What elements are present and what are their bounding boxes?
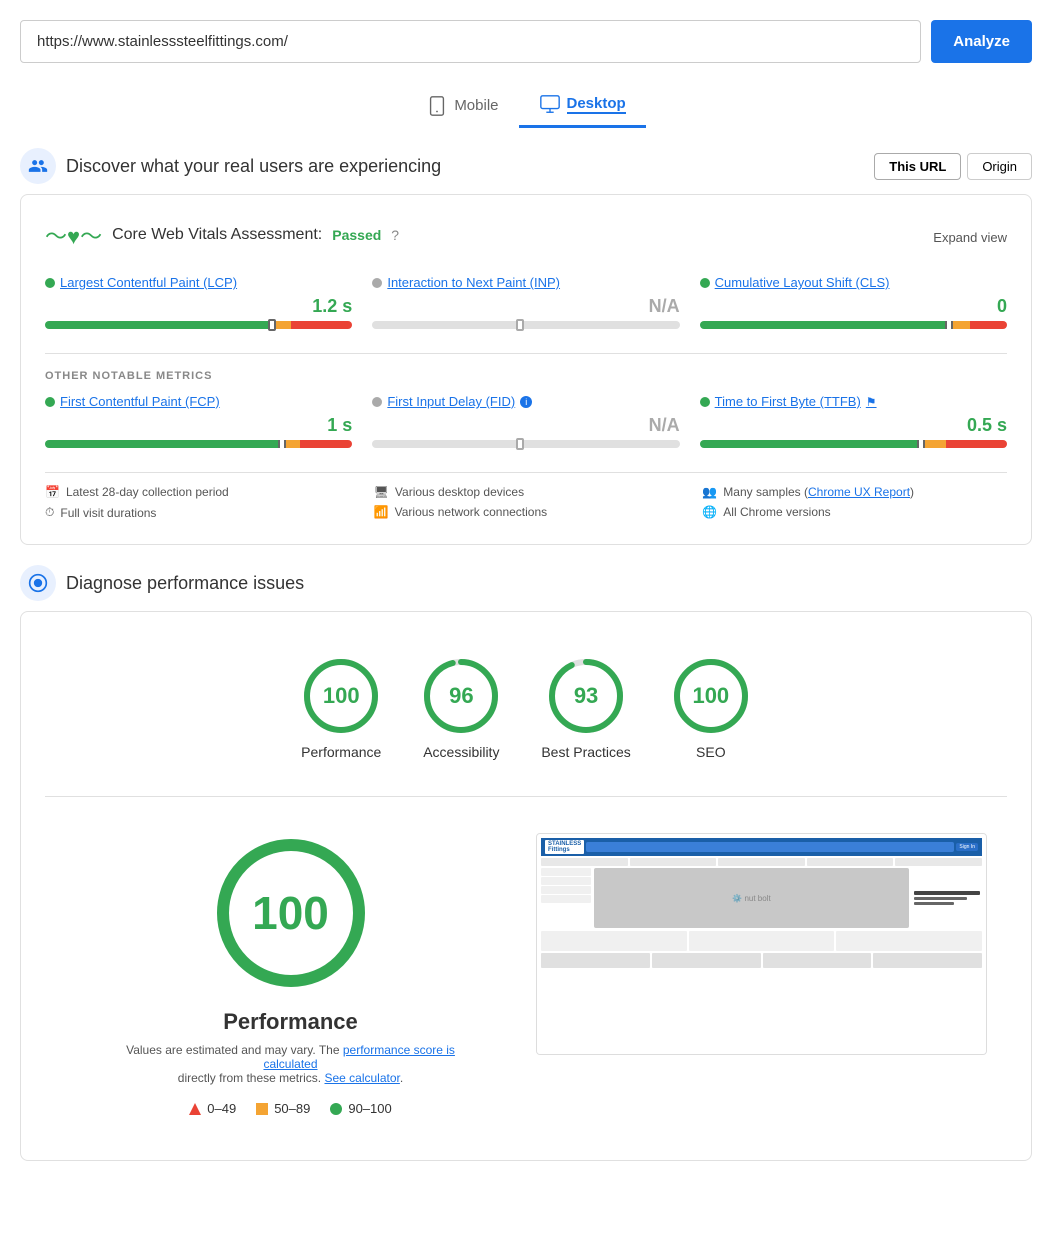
see-calculator-link[interactable]: See calculator	[324, 1071, 399, 1085]
best-practices-score-value: 93	[574, 683, 598, 709]
legend-orange: 50–89	[256, 1101, 310, 1116]
info-visit: ⏱ Full visit durations	[45, 505, 350, 520]
performance-score-label: Performance	[301, 744, 381, 760]
lcp-metric: Largest Contentful Paint (LCP) 1.2 s	[45, 275, 352, 333]
timer-icon: ⏱	[45, 505, 54, 520]
performance-score-value: 100	[323, 683, 360, 709]
wifi-icon: 📶	[374, 505, 389, 519]
inp-metric: Interaction to Next Paint (INP) N/A	[372, 275, 679, 333]
diagnose-title: Diagnose performance issues	[66, 573, 304, 594]
best-practices-score-label: Best Practices	[541, 744, 630, 760]
analyze-button[interactable]: Analyze	[931, 20, 1032, 63]
perf-title: Performance	[223, 1009, 358, 1035]
info-collection: 📅 Latest 28-day collection period	[45, 485, 350, 499]
seo-score-value: 100	[692, 683, 729, 709]
desktop-button[interactable]: Desktop	[519, 83, 646, 128]
cwv-metrics-row: Largest Contentful Paint (LCP) 1.2 s Int…	[45, 275, 1007, 333]
diagnose-icon	[20, 565, 56, 601]
red-triangle-icon	[189, 1103, 201, 1115]
green-circle-icon	[330, 1103, 342, 1115]
ttfb-value: 0.5 s	[700, 415, 1007, 436]
url-toggle: This URL Origin	[874, 153, 1032, 180]
desktop-icon	[539, 93, 561, 115]
legend-green: 90–100	[330, 1101, 391, 1116]
cls-value: 0	[700, 296, 1007, 317]
orange-square-icon	[256, 1103, 268, 1115]
cls-dot	[700, 278, 710, 288]
cwv-logo-icon: 〜♥〜	[45, 219, 102, 251]
diagnose-card: 100 Performance 96 Accessibility	[20, 611, 1032, 1161]
inp-label[interactable]: Interaction to Next Paint (INP)	[372, 275, 679, 290]
ttfb-dot	[700, 397, 710, 407]
crux-icon	[20, 148, 56, 184]
info-row: 📅 Latest 28-day collection period ⏱ Full…	[45, 472, 1007, 520]
fcp-dot	[45, 397, 55, 407]
screenshot-preview: STAINLESSFittings Sign In	[536, 833, 987, 1055]
perf-right: STAINLESSFittings Sign In	[536, 833, 987, 1116]
accessibility-score-wrap: 96 Accessibility	[421, 656, 501, 760]
scores-row: 100 Performance 96 Accessibility	[45, 636, 1007, 780]
chrome-ux-report-link[interactable]: Chrome UX Report	[808, 485, 910, 499]
ttfb-flag-icon: ⚑	[866, 395, 877, 409]
perf-description: Values are estimated and may vary. The p…	[121, 1043, 461, 1085]
fid-dot	[372, 397, 382, 407]
best-practices-score-wrap: 93 Best Practices	[541, 656, 630, 760]
calendar-icon: 📅	[45, 485, 60, 499]
seo-score-wrap: 100 SEO	[671, 656, 751, 760]
fid-label[interactable]: First Input Delay (FID) i	[372, 394, 679, 409]
users-icon: 👥	[702, 485, 717, 499]
accessibility-score-value: 96	[449, 683, 473, 709]
other-metrics-row: First Contentful Paint (FCP) 1 s First I…	[45, 394, 1007, 452]
perf-left: 100 Performance Values are estimated and…	[65, 833, 516, 1116]
info-devices: 🖥 Various desktop devices	[374, 485, 679, 499]
fcp-metric: First Contentful Paint (FCP) 1 s	[45, 394, 352, 452]
info-chrome-versions: 🌐 All Chrome versions	[702, 505, 1007, 519]
perf-detail: 100 Performance Values are estimated and…	[45, 813, 1007, 1136]
other-metrics-label: OTHER NOTABLE METRICS	[45, 370, 1007, 382]
diagnose-section-header: Diagnose performance issues	[20, 565, 1032, 601]
diagnose-separator	[45, 796, 1007, 797]
lcp-label[interactable]: Largest Contentful Paint (LCP)	[45, 275, 352, 290]
expand-view-button[interactable]: Expand view	[933, 230, 1007, 245]
cwv-card: 〜♥〜 Core Web Vitals Assessment: Passed ?…	[20, 194, 1032, 545]
big-score-circle: 100	[211, 833, 371, 993]
url-input[interactable]	[20, 20, 921, 63]
lcp-dot	[45, 278, 55, 288]
crux-section-header: Discover what your real users are experi…	[20, 148, 1032, 184]
cls-metric: Cumulative Layout Shift (CLS) 0	[700, 275, 1007, 333]
legend-red: 0–49	[189, 1101, 236, 1116]
crux-title: Discover what your real users are experi…	[66, 156, 441, 177]
mobile-button[interactable]: Mobile	[406, 85, 518, 127]
cls-label[interactable]: Cumulative Layout Shift (CLS)	[700, 275, 1007, 290]
screenshot-content: STAINLESSFittings Sign In	[537, 834, 986, 1054]
fid-info-icon[interactable]: i	[520, 396, 532, 408]
fcp-value: 1 s	[45, 415, 352, 436]
ttfb-metric: Time to First Byte (TTFB) ⚑ 0.5 s	[700, 394, 1007, 452]
separator-1	[45, 353, 1007, 354]
device-toggle: Mobile Desktop	[20, 83, 1032, 128]
seo-score-label: SEO	[696, 744, 726, 760]
info-network: 📶 Various network connections	[374, 505, 679, 519]
cwv-header-row: 〜♥〜 Core Web Vitals Assessment: Passed ?…	[45, 219, 1007, 267]
info-samples: 👥 Many samples (Chrome UX Report)	[702, 485, 1007, 499]
lcp-value: 1.2 s	[45, 296, 352, 317]
inp-value: N/A	[372, 296, 679, 317]
fcp-label[interactable]: First Contentful Paint (FCP)	[45, 394, 352, 409]
accessibility-score-label: Accessibility	[423, 744, 499, 760]
mobile-icon	[426, 95, 448, 117]
cwv-header: 〜♥〜 Core Web Vitals Assessment: Passed ?	[45, 219, 399, 251]
legend-row: 0–49 50–89 90–100	[189, 1101, 391, 1116]
fid-value: N/A	[372, 415, 679, 436]
this-url-button[interactable]: This URL	[874, 153, 961, 180]
big-score-value: 100	[252, 886, 329, 940]
ttfb-label[interactable]: Time to First Byte (TTFB) ⚑	[700, 394, 1007, 409]
origin-button[interactable]: Origin	[967, 153, 1032, 180]
desktop-small-icon: 🖥	[374, 485, 389, 499]
url-bar-container: Analyze	[20, 20, 1032, 63]
inp-dot	[372, 278, 382, 288]
chrome-icon: 🌐	[702, 505, 717, 519]
fid-metric: First Input Delay (FID) i N/A	[372, 394, 679, 452]
cwv-help-icon[interactable]: ?	[391, 227, 399, 243]
performance-score-wrap: 100 Performance	[301, 656, 381, 760]
